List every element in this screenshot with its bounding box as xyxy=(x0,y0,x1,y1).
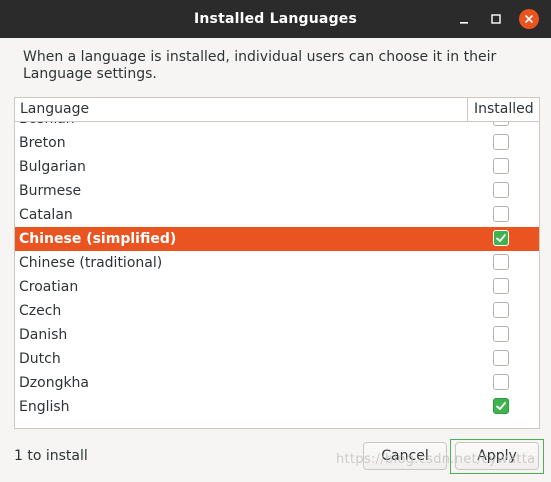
table-row[interactable]: English xyxy=(15,395,539,419)
table-row[interactable]: Chinese (simplified) xyxy=(15,227,539,251)
table-row[interactable]: Catalan xyxy=(15,203,539,227)
language-name: Burmese xyxy=(19,183,82,199)
language-name: Dutch xyxy=(19,351,61,367)
language-name: Bulgarian xyxy=(19,159,86,175)
language-name: Chinese (traditional) xyxy=(19,255,163,271)
installed-checkbox[interactable] xyxy=(493,254,509,270)
column-header-language[interactable]: Language xyxy=(20,98,89,121)
table-header: Language Installed xyxy=(15,98,539,122)
installed-languages-dialog: Installed Languages When a language is i… xyxy=(0,0,551,482)
installed-checkbox[interactable] xyxy=(493,182,509,198)
table-row[interactable]: Danish xyxy=(15,323,539,347)
check-icon xyxy=(496,234,506,242)
maximize-icon xyxy=(491,14,501,24)
language-name: Breton xyxy=(19,135,66,151)
installed-checkbox[interactable] xyxy=(493,134,509,150)
column-header-installed[interactable]: Installed xyxy=(467,98,539,121)
language-name: Czech xyxy=(19,303,62,319)
title-bar[interactable]: Installed Languages xyxy=(0,0,551,38)
table-row[interactable]: Czech xyxy=(15,299,539,323)
close-button[interactable] xyxy=(519,9,539,29)
table-row[interactable]: Bulgarian xyxy=(15,155,539,179)
table-row[interactable]: Dzongkha xyxy=(15,371,539,395)
table-body[interactable]: Bosnian Breton Bulgarian Burmese Catalan Chin… xyxy=(15,122,539,428)
language-name: English xyxy=(19,399,70,415)
table-row[interactable]: Bosnian xyxy=(15,122,539,131)
installed-checkbox[interactable] xyxy=(493,326,509,342)
table-row[interactable]: Breton xyxy=(15,131,539,155)
watermark-text: https://blog.csdn.net/cywatta xyxy=(336,452,536,467)
installed-checkbox[interactable] xyxy=(493,302,509,318)
table-row[interactable]: Croatian xyxy=(15,275,539,299)
installed-checkbox[interactable] xyxy=(493,230,509,246)
description-text: When a language is installed, individual… xyxy=(23,49,497,82)
installed-checkbox[interactable] xyxy=(493,158,509,174)
minimize-button[interactable] xyxy=(454,9,474,29)
installed-checkbox[interactable] xyxy=(493,398,509,414)
language-name: Croatian xyxy=(19,279,79,295)
installed-checkbox[interactable] xyxy=(493,278,509,294)
table-rows: Bosnian Breton Bulgarian Burmese Catalan Chin… xyxy=(15,122,539,419)
maximize-button[interactable] xyxy=(486,9,506,29)
close-icon xyxy=(525,15,533,23)
installed-checkbox[interactable] xyxy=(493,206,509,222)
language-name: Catalan xyxy=(19,207,73,223)
language-name: Dzongkha xyxy=(19,375,90,391)
language-name: Chinese (simplified) xyxy=(19,231,177,247)
language-name: Danish xyxy=(19,327,68,343)
languages-table: Language Installed Bosnian Breton Bulgaria… xyxy=(14,97,540,429)
installed-checkbox[interactable] xyxy=(493,350,509,366)
minimize-icon xyxy=(460,22,468,24)
check-icon xyxy=(496,402,506,410)
table-row[interactable]: Dutch xyxy=(15,347,539,371)
table-row[interactable]: Chinese (traditional) xyxy=(15,251,539,275)
language-name: Bosnian xyxy=(19,122,75,131)
installed-checkbox[interactable] xyxy=(493,374,509,390)
installed-checkbox[interactable] xyxy=(493,122,509,126)
table-row[interactable]: Burmese xyxy=(15,179,539,203)
install-status-text: 1 to install xyxy=(14,448,88,464)
